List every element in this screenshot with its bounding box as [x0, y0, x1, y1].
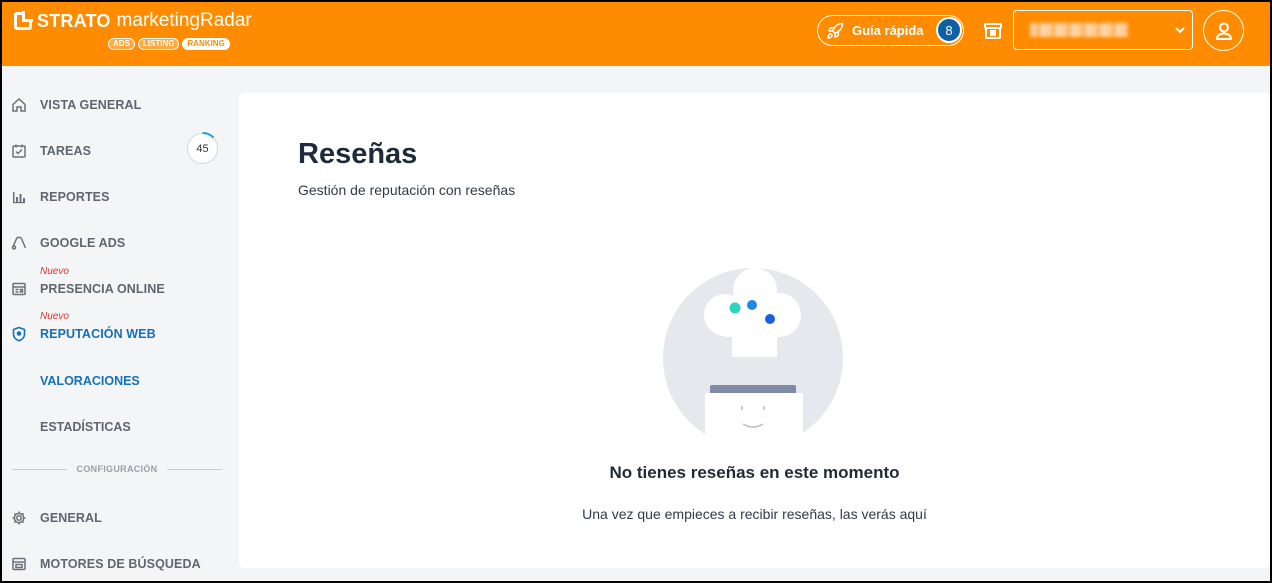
brand-name: STRATO: [37, 10, 111, 31]
account-selector[interactable]: [1013, 10, 1193, 50]
sidebar-item-google-ads[interactable]: GOOGLE ADS: [10, 231, 125, 255]
product-name: marketingRadar: [116, 10, 252, 31]
bar-chart-icon: [10, 188, 28, 206]
sidebar-item-label: TAREAS: [40, 144, 92, 158]
sidebar-subitem-valoraciones[interactable]: VALORACIONES: [40, 374, 140, 388]
strato-logo-icon: [14, 11, 33, 30]
sidebar-item-vista-general[interactable]: VISTA GENERAL: [10, 93, 141, 117]
checkbox-icon: [10, 142, 28, 160]
quick-guide-button[interactable]: Guía rápida 8: [817, 15, 964, 46]
store-icon[interactable]: [983, 21, 1003, 41]
divider-line: [12, 468, 67, 470]
sidebar-item-label: MOTORES DE BÚSQUEDA: [40, 557, 201, 571]
section-label: CONFIGURACIÓN: [76, 464, 158, 474]
top-bar: STRATO marketingRadar ADS LISTING RANKIN…: [2, 2, 1270, 66]
divider-line: [167, 468, 222, 470]
account-name-redacted: [1030, 23, 1128, 37]
rocket-icon: [827, 22, 844, 39]
store-listing-icon: [10, 280, 28, 298]
quick-guide-count-badge: 8: [936, 17, 962, 43]
sidebar-item-label: REPUTACIÓN WEB: [40, 327, 156, 341]
empty-state-text: Una vez que empieces a recibir reseñas, …: [582, 506, 927, 522]
logo[interactable]: STRATO marketingRadar ADS LISTING RANKIN…: [14, 10, 252, 50]
sidebar-item-label: PRESENCIA ONLINE: [40, 282, 165, 296]
new-tag: Nuevo: [40, 266, 69, 277]
user-icon: [1215, 22, 1232, 40]
tasks-progress-ring: [202, 132, 215, 139]
page-subtitle: Gestión de reputación con reseñas: [298, 182, 516, 198]
sidebar: VISTA GENERAL TAREAS 45 REPORTES GOOGLE …: [2, 66, 238, 581]
main-content-card: Reseñas Gestión de reputación con reseña…: [239, 93, 1270, 568]
sidebar-item-label: GOOGLE ADS: [40, 236, 126, 250]
gear-icon: [10, 509, 28, 527]
chevron-down-icon: [1175, 27, 1185, 34]
shield-icon: [10, 325, 28, 343]
sidebar-item-motores-de-busqueda[interactable]: MOTORES DE BÚSQUEDA: [10, 552, 201, 576]
sidebar-item-label: VISTA GENERAL: [40, 98, 142, 112]
sidebar-item-tareas[interactable]: TAREAS: [10, 139, 91, 163]
section-divider-configuracion: CONFIGURACIÓN: [12, 464, 222, 474]
sidebar-item-general[interactable]: GENERAL: [10, 506, 102, 530]
new-tag: Nuevo: [40, 311, 69, 322]
home-icon: [10, 96, 28, 114]
empty-state-title: No tienes reseñas en este momento: [609, 463, 900, 482]
browser-icon: [10, 555, 28, 573]
sidebar-item-label: GENERAL: [40, 511, 102, 525]
sidebar-item-reputacion-web[interactable]: REPUTACIÓN WEB: [10, 322, 156, 346]
pill-listing: LISTING: [137, 38, 180, 50]
user-avatar-button[interactable]: [1203, 10, 1244, 51]
pill-ads: ADS: [108, 38, 135, 50]
app-window: STRATO marketingRadar ADS LISTING RANKIN…: [2, 2, 1270, 581]
pill-ranking: RANKING: [182, 38, 230, 50]
sidebar-item-presencia-online[interactable]: PRESENCIA ONLINE: [10, 277, 165, 301]
page-title: Reseñas: [298, 138, 418, 170]
sidebar-item-label: REPORTES: [40, 190, 110, 204]
google-ads-icon: [10, 234, 28, 252]
quick-guide-label: Guía rápida: [852, 23, 924, 38]
sidebar-item-reportes[interactable]: REPORTES: [10, 185, 110, 209]
sidebar-subitem-estadisticas[interactable]: ESTADÍSTICAS: [40, 420, 131, 434]
empty-state-illustration: [663, 268, 843, 434]
